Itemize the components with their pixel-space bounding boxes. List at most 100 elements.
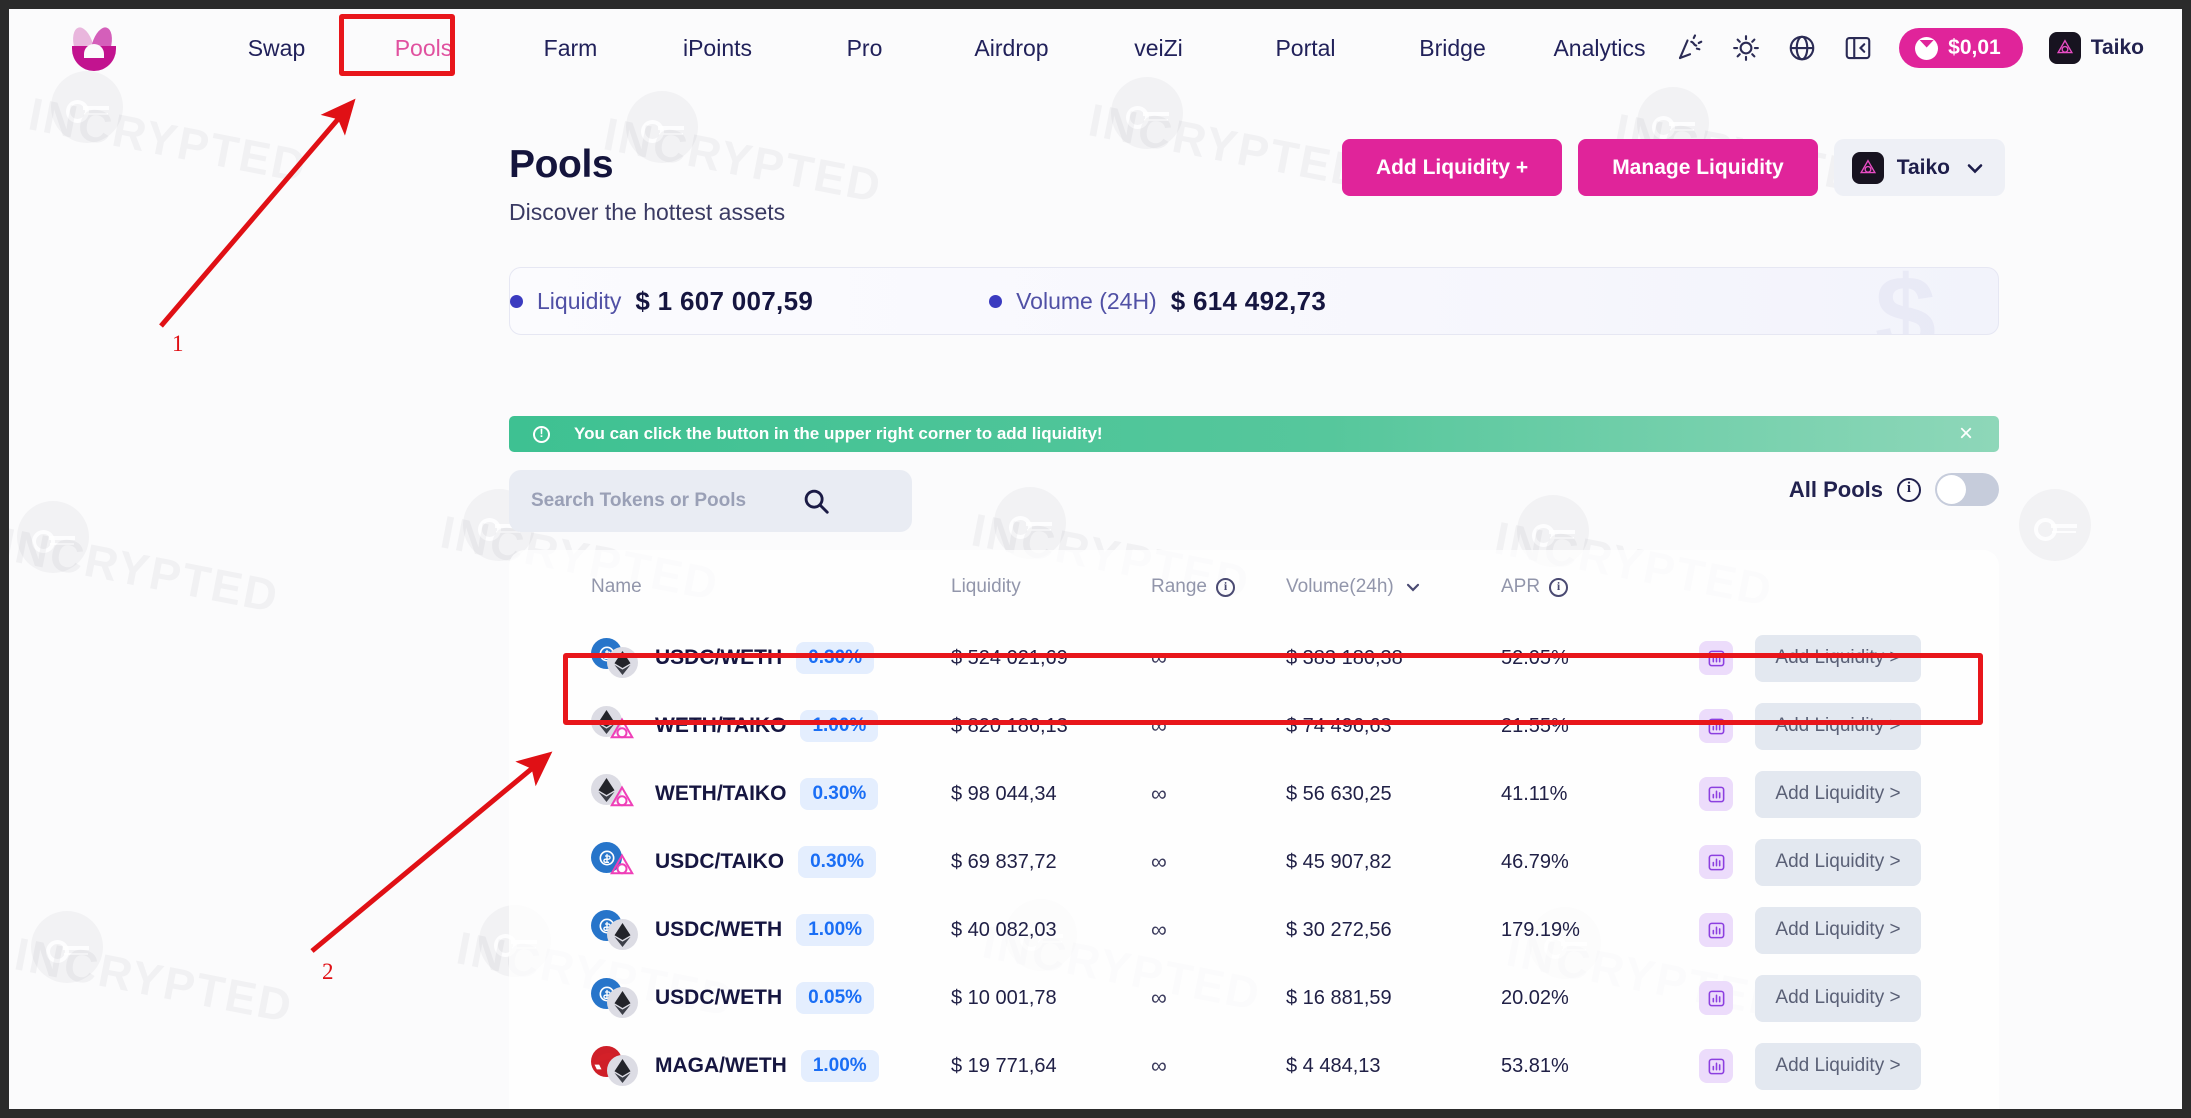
pool-actions-cell: Add Liquidity > xyxy=(1691,1042,1999,1090)
chain-selector-label: Taiko xyxy=(1896,155,1950,179)
collapse-panel-icon[interactable] xyxy=(1843,33,1873,63)
pool-actions-cell: Add Liquidity > xyxy=(1691,838,1999,886)
fee-tier-badge: 1.00% xyxy=(800,1050,879,1082)
pool-apr-value: 21.55% xyxy=(1501,714,1569,737)
nav-item-portal[interactable]: Portal xyxy=(1232,35,1379,62)
pool-chart-icon[interactable] xyxy=(1699,913,1733,947)
nav-link-airdrop[interactable]: Airdrop xyxy=(938,35,1085,62)
weth-token-icon xyxy=(607,1055,638,1086)
pool-chart-icon[interactable] xyxy=(1699,981,1733,1015)
table-row[interactable]: USDC/WETH 1.00% $ 40 082,03 ∞ $ 30 272,56 179… xyxy=(509,896,1999,964)
izumi-logo-icon[interactable] xyxy=(69,24,117,71)
main-nav: Swap Pools Farm iPoints Pro Airdrop veiZ… xyxy=(203,35,1673,62)
stat-volume-value: $ 614 492,73 xyxy=(1170,285,1327,316)
info-icon[interactable] xyxy=(1549,577,1569,597)
table-row[interactable]: WETH/TAIKO 0.30% $ 98 044,34 ∞ $ 56 630,25 41… xyxy=(509,760,1999,828)
pools-table: Name Liquidity Range Volume(24h) APR USD… xyxy=(509,550,1999,1109)
taiko-chain-icon xyxy=(2048,32,2081,64)
table-row[interactable]: USDC/WETH 0.05% $ 10 001,78 ∞ $ 16 881,59 20.… xyxy=(509,964,1999,1032)
nav-item-ipoints[interactable]: iPoints xyxy=(644,35,791,62)
search-input[interactable] xyxy=(531,490,801,512)
table-row[interactable]: USDC/WETH 0.30% $ 524 021,69 ∞ $ 383 180,38 5… xyxy=(509,624,1999,692)
search-icon[interactable] xyxy=(801,486,831,516)
pool-range-value: ∞ xyxy=(1151,917,1167,942)
manage-liquidity-button[interactable]: Manage Liquidity xyxy=(1578,139,1818,196)
search-box[interactable] xyxy=(509,470,912,532)
app-header: Swap Pools Farm iPoints Pro Airdrop veiZ… xyxy=(9,9,2182,87)
row-add-liquidity-button[interactable]: Add Liquidity > xyxy=(1755,974,1921,1022)
nav-item-swap[interactable]: Swap xyxy=(203,35,350,62)
chain-selector-dropdown[interactable]: Taiko xyxy=(1833,139,2005,196)
close-icon[interactable]: × xyxy=(1959,422,1973,446)
pool-actions-cell: Add Liquidity > xyxy=(1691,770,1999,818)
add-liquidity-button[interactable]: Add Liquidity + xyxy=(1341,139,1563,196)
table-row[interactable]: USDC/TAIKO 0.30% $ 69 837,72 ∞ $ 45 907,82 46… xyxy=(509,828,1999,896)
table-header-row: Name Liquidity Range Volume(24h) APR xyxy=(509,550,1999,624)
header-chain-indicator[interactable]: Taiko xyxy=(2048,32,2144,64)
pool-chart-icon[interactable] xyxy=(1699,845,1733,879)
sun-icon[interactable] xyxy=(1731,33,1761,63)
pool-pair-label: WETH/TAIKO xyxy=(655,714,787,737)
globe-icon[interactable] xyxy=(1787,33,1817,63)
nav-link-farm[interactable]: Farm xyxy=(497,35,644,62)
all-pools-label: All Pools xyxy=(1788,476,1883,502)
token-pair-icons xyxy=(591,774,643,814)
pool-chart-icon[interactable] xyxy=(1699,641,1733,675)
stat-liquidity: Liquidity $ 1 607 007,59 xyxy=(510,286,813,317)
column-header-volume[interactable]: Volume(24h) xyxy=(1286,576,1501,598)
nav-link-portal[interactable]: Portal xyxy=(1232,35,1379,62)
fee-tier-badge: 1.00% xyxy=(800,710,879,742)
all-pools-toggle[interactable] xyxy=(1935,473,1999,506)
nav-item-farm[interactable]: Farm xyxy=(497,35,644,62)
fee-tier-badge: 0.30% xyxy=(800,778,879,810)
nav-link-veizi[interactable]: veiZi xyxy=(1085,35,1232,62)
header-actions: $0,01 Taiko xyxy=(1675,9,2144,87)
confetti-icon[interactable] xyxy=(1675,33,1705,63)
watermark-text: INCRYPTED xyxy=(9,517,284,623)
row-add-liquidity-button[interactable]: Add Liquidity > xyxy=(1755,1042,1921,1090)
info-icon[interactable] xyxy=(1216,577,1235,597)
nav-item-pools[interactable]: Pools xyxy=(350,35,497,62)
pool-chart-icon[interactable] xyxy=(1699,1049,1733,1083)
nav-item-bridge[interactable]: Bridge xyxy=(1379,35,1526,62)
taiko-token-icon xyxy=(607,851,638,882)
pool-apr-value: 53.81% xyxy=(1501,1054,1569,1077)
token-pair-icons xyxy=(591,978,643,1018)
nav-link-analytics[interactable]: Analytics xyxy=(1526,35,1673,62)
nav-link-swap[interactable]: Swap xyxy=(203,35,350,62)
watermark-text: INCRYPTED xyxy=(599,107,887,213)
weth-token-icon xyxy=(607,647,638,678)
all-pools-filter: All Pools xyxy=(1789,473,1999,506)
pool-apr-value: 46.79% xyxy=(1501,850,1569,873)
row-add-liquidity-button[interactable]: Add Liquidity > xyxy=(1755,906,1921,954)
nav-link-pools[interactable]: Pools xyxy=(350,35,497,62)
token-pair-icons xyxy=(591,842,643,882)
row-add-liquidity-button[interactable]: Add Liquidity > xyxy=(1755,770,1921,818)
pool-liquidity-value: $ 19 771,64 xyxy=(951,1054,1057,1077)
info-banner-text: You can click the button in the upper ri… xyxy=(574,424,1103,443)
row-add-liquidity-button[interactable]: Add Liquidity > xyxy=(1755,838,1921,886)
pool-pair-label: WETH/TAIKO xyxy=(655,782,787,805)
table-row[interactable]: USDC/USD...e0.30%$ 451,50∞$ 1 176,97185.… xyxy=(509,1100,1999,1109)
info-icon[interactable] xyxy=(1897,477,1921,502)
pool-chart-icon[interactable] xyxy=(1699,709,1733,743)
fee-tier-badge: 0.30% xyxy=(798,846,876,878)
nav-link-bridge[interactable]: Bridge xyxy=(1379,35,1526,62)
pool-name-cell: USDC/WETH 1.00% xyxy=(591,910,951,950)
nav-item-pro[interactable]: Pro xyxy=(791,35,938,62)
nav-item-airdrop[interactable]: Airdrop xyxy=(938,35,1085,62)
token-price-pill[interactable]: $0,01 xyxy=(1899,28,2023,68)
row-add-liquidity-button[interactable]: Add Liquidity > xyxy=(1755,702,1921,750)
nav-item-analytics[interactable]: Analytics xyxy=(1526,35,1673,62)
nav-item-veizi[interactable]: veiZi xyxy=(1085,35,1232,62)
table-row[interactable]: WETH/TAIKO 1.00% $ 820 186,13 ∞ $ 74 496,63 2… xyxy=(509,692,1999,760)
nav-link-pro[interactable]: Pro xyxy=(791,35,938,62)
weth-token-icon xyxy=(607,919,638,950)
table-row[interactable]: MAGA/WETH 1.00% $ 19 771,64 ∞ $ 4 484,13 53.8… xyxy=(509,1032,1999,1100)
nav-link-ipoints[interactable]: iPoints xyxy=(644,35,791,62)
row-add-liquidity-button[interactable]: Add Liquidity > xyxy=(1755,634,1921,682)
column-header-apr-label: APR xyxy=(1501,576,1541,597)
pool-apr-value: 52.05% xyxy=(1501,646,1569,669)
chevron-down-icon[interactable] xyxy=(1403,577,1423,597)
pool-chart-icon[interactable] xyxy=(1699,777,1733,811)
